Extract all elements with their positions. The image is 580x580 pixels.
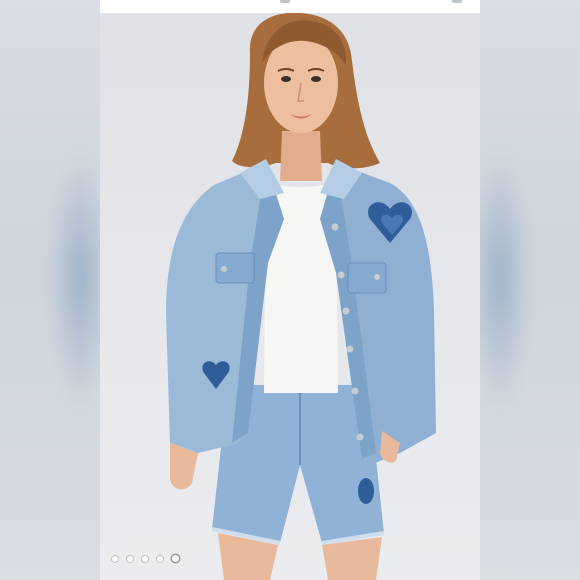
carousel-dot[interactable] <box>172 555 179 562</box>
product-photo[interactable] <box>100 13 480 580</box>
carousel-dot[interactable] <box>112 555 118 562</box>
carousel-dot[interactable] <box>157 555 163 562</box>
scroll-nub <box>280 0 290 3</box>
blurred-backdrop-left <box>0 0 110 580</box>
carousel-dot[interactable] <box>127 555 133 562</box>
top-strip <box>100 0 480 13</box>
scroll-nub <box>452 0 462 3</box>
blurred-backdrop-right <box>470 0 580 580</box>
carousel-dots <box>112 555 179 562</box>
carousel-dot[interactable] <box>142 555 148 562</box>
model-illustration <box>166 13 436 580</box>
